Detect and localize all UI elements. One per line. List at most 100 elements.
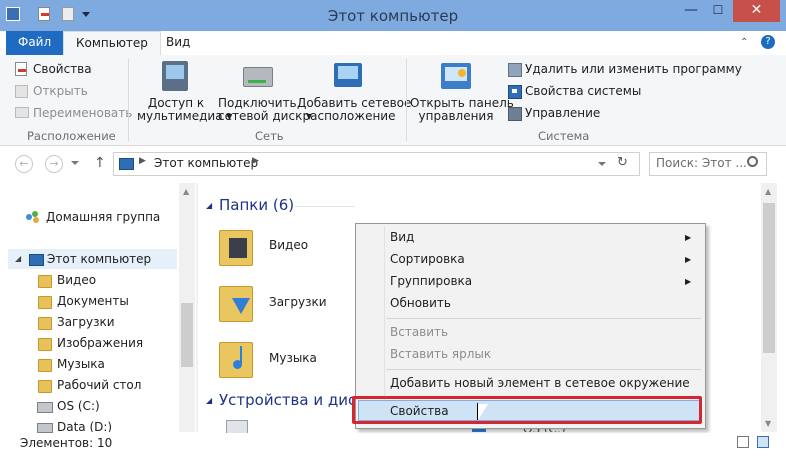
ribbon-rename-button[interactable]: Переименовать bbox=[33, 106, 132, 120]
drive-icon bbox=[226, 420, 248, 433]
mouse-cursor-icon bbox=[478, 404, 488, 420]
menu-gutter-line bbox=[384, 226, 385, 424]
menu-item-add-network-location[interactable]: Добавить новый элемент в сетевое окружен… bbox=[390, 376, 690, 390]
menu-item-paste[interactable]: Вставить bbox=[390, 325, 448, 339]
content-item-video[interactable]: Видео bbox=[269, 238, 308, 252]
ribbon-tab-bar: Файл Компьютер Вид ⌃ ? bbox=[0, 31, 786, 56]
submenu-arrow-icon: ▶ bbox=[685, 277, 692, 286]
title-bar: Этот компьютер — ☐ ✕ bbox=[0, 0, 786, 31]
back-arrow-icon: ← bbox=[19, 157, 29, 170]
nav-scroll-up-icon[interactable]: ▲ bbox=[183, 187, 189, 196]
mouse-cursor-outline bbox=[477, 403, 478, 420]
up-arrow-icon: ↑ bbox=[94, 155, 106, 171]
navigation-bar: ← → ↑ ▶ Этот компьютер ▶ ↻ Поиск: Этот .… bbox=[0, 146, 786, 180]
address-dropdown[interactable] bbox=[598, 162, 606, 166]
forward-button[interactable]: → bbox=[45, 155, 63, 173]
control-panel-icon bbox=[441, 63, 471, 89]
group-header-line bbox=[295, 206, 355, 207]
add-network-location-icon bbox=[334, 63, 362, 87]
uninstall-program-button[interactable]: Удалить или изменить программу bbox=[525, 62, 742, 76]
content-scroll-up-icon[interactable]: ▲ bbox=[765, 187, 771, 196]
refresh-icon[interactable]: ↻ bbox=[617, 155, 628, 170]
ribbon-open-button[interactable]: Открыть bbox=[33, 84, 88, 98]
map-network-drive-button[interactable]: Подключить сетевой диск ▾ bbox=[218, 97, 312, 123]
system-properties-icon bbox=[508, 85, 522, 99]
tab-file[interactable]: Файл bbox=[6, 31, 64, 55]
ribbon: Свойства Открыть Переименовать Расположе… bbox=[0, 55, 786, 146]
nav-scroll-thumb[interactable] bbox=[181, 303, 193, 367]
menu-separator bbox=[386, 369, 701, 370]
close-icon: ✕ bbox=[750, 2, 763, 18]
menu-item-sort[interactable]: Сортировка bbox=[390, 252, 465, 266]
maximize-button[interactable]: ☐ bbox=[705, 0, 731, 22]
details-view-icon[interactable] bbox=[737, 436, 749, 448]
breadcrumb-this-pc[interactable]: Этот компьютер bbox=[154, 156, 258, 170]
computer-icon bbox=[29, 254, 44, 266]
collapse-ribbon-icon[interactable]: ⌃ bbox=[740, 37, 748, 48]
folder-icon bbox=[38, 275, 52, 288]
nav-item-desktop[interactable]: Рабочий стол bbox=[57, 378, 141, 392]
nav-this-pc[interactable]: Этот компьютер bbox=[47, 252, 151, 266]
up-button[interactable]: ↑ bbox=[94, 155, 106, 171]
nav-item-drive-c[interactable]: OS (C:) bbox=[57, 399, 100, 413]
nav-item-documents[interactable]: Документы bbox=[57, 294, 129, 308]
minimize-button[interactable]: — bbox=[678, 0, 704, 22]
content-item-music[interactable]: Музыка bbox=[269, 351, 317, 365]
recent-locations-dropdown[interactable] bbox=[71, 161, 79, 165]
content-scroll-down-icon[interactable]: ▼ bbox=[765, 419, 771, 428]
map-drive-icon bbox=[243, 67, 273, 87]
collapse-chevron-icon[interactable]: ◢ bbox=[15, 254, 21, 263]
media-access-button[interactable]: Доступ к мультимедиа ▾ bbox=[137, 97, 232, 123]
folders-group-header[interactable]: Папки (6) bbox=[219, 196, 294, 214]
folder-icon bbox=[38, 296, 52, 309]
group-label-system: Система bbox=[538, 129, 590, 143]
content-item-downloads[interactable]: Загрузки bbox=[269, 295, 327, 309]
close-button[interactable]: ✕ bbox=[733, 0, 780, 22]
back-button[interactable]: ← bbox=[15, 155, 33, 173]
menu-item-paste-shortcut[interactable]: Вставить ярлык bbox=[390, 347, 491, 361]
nav-item-music[interactable]: Музыка bbox=[57, 357, 105, 371]
uninstall-program-icon bbox=[508, 63, 522, 77]
ribbon-properties-button[interactable]: Свойства bbox=[33, 62, 92, 76]
content-scrollbar[interactable]: ▲ ▼ bbox=[761, 183, 777, 432]
homegroup-icon bbox=[26, 211, 40, 223]
music-folder-icon bbox=[219, 336, 253, 378]
menu-item-view[interactable]: Вид bbox=[390, 230, 414, 244]
folder-icon bbox=[38, 359, 52, 372]
nav-item-video[interactable]: Видео bbox=[57, 273, 96, 287]
collapse-group-icon[interactable]: ◢ bbox=[206, 201, 212, 210]
search-input[interactable]: Поиск: Этот ... bbox=[656, 156, 747, 170]
menu-item-refresh[interactable]: Обновить bbox=[390, 296, 451, 310]
forward-arrow-icon: → bbox=[49, 157, 59, 170]
downloads-folder-icon bbox=[219, 280, 253, 322]
system-properties-button[interactable]: Свойства системы bbox=[525, 84, 641, 98]
highlight-annotation-box bbox=[352, 396, 702, 424]
item-count: Элементов: 10 bbox=[20, 436, 113, 450]
nav-item-pictures[interactable]: Изображения bbox=[57, 336, 143, 350]
pane-divider[interactable] bbox=[196, 183, 198, 432]
open-icon bbox=[15, 85, 28, 98]
manage-button[interactable]: Управление bbox=[525, 106, 600, 120]
maximize-icon: ☐ bbox=[712, 3, 724, 17]
tab-computer[interactable]: Компьютер bbox=[63, 31, 161, 56]
nav-homegroup[interactable]: Домашняя группа bbox=[46, 210, 160, 224]
help-icon[interactable]: ? bbox=[761, 35, 775, 49]
add-network-location-button[interactable]: Добавить сетевое расположение bbox=[297, 97, 411, 123]
tab-view[interactable]: Вид bbox=[154, 31, 202, 55]
drive-icon bbox=[37, 423, 53, 433]
menu-item-group[interactable]: Группировка bbox=[390, 274, 472, 288]
folder-icon bbox=[38, 317, 52, 330]
large-icons-view-icon[interactable] bbox=[757, 436, 769, 448]
collapse-group-icon[interactable]: ◢ bbox=[206, 396, 212, 405]
search-icon[interactable] bbox=[747, 156, 758, 167]
nav-scrollbar[interactable]: ▲ bbox=[179, 183, 195, 432]
nav-item-drive-d[interactable]: Data (D:) bbox=[57, 420, 112, 432]
content-scroll-thumb[interactable] bbox=[763, 203, 775, 353]
folder-icon bbox=[38, 338, 52, 351]
open-control-panel-button[interactable]: Открыть панель управления bbox=[410, 97, 514, 123]
window-title: Этот компьютер bbox=[327, 7, 459, 25]
search-box[interactable]: Поиск: Этот ... bbox=[649, 152, 767, 176]
address-bar[interactable]: ▶ Этот компьютер ▶ ↻ bbox=[113, 152, 640, 176]
group-label-location: Расположение bbox=[27, 129, 116, 143]
nav-item-downloads[interactable]: Загрузки bbox=[57, 315, 115, 329]
